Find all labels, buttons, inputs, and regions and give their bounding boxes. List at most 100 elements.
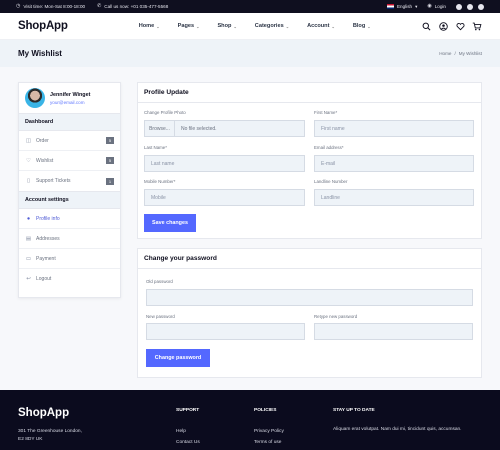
nav-account[interactable]: Account ⌄ bbox=[307, 23, 335, 29]
footer-policies-column: POLICIES Privacy Policy Terms of use bbox=[254, 408, 284, 448]
profile-update-title: Profile Update bbox=[138, 83, 481, 103]
retype-password-field[interactable] bbox=[314, 323, 473, 340]
social-links bbox=[456, 3, 484, 10]
language-selector[interactable]: English ▾ bbox=[386, 3, 418, 10]
nav-blog-label: Blog bbox=[352, 23, 366, 29]
count-badge: 5 bbox=[106, 157, 114, 164]
email-label: Email address* bbox=[314, 145, 344, 150]
nav-account-label: Account bbox=[307, 23, 330, 29]
profile-email[interactable]: your@email.com bbox=[50, 100, 90, 105]
user-circle-icon: ◉ bbox=[427, 3, 432, 9]
stay-up-to-date-heading: STAY UP TO DATE bbox=[333, 408, 375, 413]
sidebar-item-profile-info[interactable]: ● Profile info bbox=[19, 209, 120, 229]
breadcrumb-home[interactable]: Home bbox=[439, 51, 451, 56]
change-password-button[interactable]: Change password bbox=[146, 349, 210, 367]
footer-link-terms[interactable]: Terms of use bbox=[254, 437, 284, 448]
footer: ShopApp 301 The Greenhouse London, E2 8D… bbox=[0, 390, 500, 450]
mobile-field[interactable]: Mobile bbox=[144, 189, 305, 206]
sidebar-item-wishlist[interactable]: ♡ Wishlist 5 bbox=[19, 151, 120, 171]
linkedin-icon[interactable] bbox=[478, 3, 484, 10]
nav-categories[interactable]: Categories ⌄ bbox=[255, 23, 289, 29]
login-label: Login bbox=[434, 4, 446, 9]
visit-hours-text: Visit time: Mon-Sat 8:00-18:00 bbox=[23, 4, 86, 9]
last-name-label: Last Name* bbox=[144, 145, 167, 150]
browse-button[interactable]: Browse... bbox=[145, 121, 175, 136]
avatar bbox=[25, 88, 45, 108]
sidebar-item-payment[interactable]: ▭ Payment bbox=[19, 249, 120, 269]
landline-label: Landline Number bbox=[314, 179, 348, 184]
visit-hours: ◷ Visit time: Mon-Sat 8:00-18:00 bbox=[16, 3, 86, 10]
breadcrumb-current: My Wishlist bbox=[458, 51, 482, 56]
heart-icon: ♡ bbox=[26, 157, 31, 164]
logout-icon: ↩ bbox=[26, 276, 31, 282]
landline-field[interactable]: Landline bbox=[314, 189, 474, 206]
nav-blog[interactable]: Blog ⌄ bbox=[353, 23, 371, 29]
profile-name: Jennifer Winget bbox=[50, 91, 91, 98]
phone-text: Call us now: +01 035-477-5568 bbox=[104, 4, 169, 9]
account-sidebar: Jennifer Winget your@email.com Dashboard… bbox=[18, 82, 121, 298]
nav-home[interactable]: Home ⌄ bbox=[139, 23, 160, 29]
first-name-label: First Name* bbox=[314, 110, 338, 115]
header-icons bbox=[421, 21, 482, 31]
login-link[interactable]: ◉ Login bbox=[427, 3, 446, 10]
phone-icon: ✆ bbox=[97, 3, 102, 9]
footer-newsletter-column: STAY UP TO DATE Aliquam erat volutpat. N… bbox=[333, 408, 473, 434]
footer-link-help[interactable]: Help bbox=[176, 426, 200, 437]
nav-shop-label: Shop bbox=[217, 23, 232, 29]
search-icon[interactable] bbox=[421, 21, 431, 31]
sidebar-item-label: Profile info bbox=[36, 215, 60, 222]
retype-password-label: Retype new password bbox=[314, 314, 358, 319]
user-icon[interactable] bbox=[438, 21, 448, 31]
footer-link-contact[interactable]: Contact Us bbox=[176, 437, 200, 448]
old-password-label: Old password bbox=[146, 279, 173, 284]
support-heading: SUPPORT bbox=[176, 408, 200, 413]
footer-logo[interactable]: ShopApp bbox=[18, 407, 69, 419]
new-password-label: New password bbox=[146, 314, 175, 319]
change-password-card: Change your password Old password New pa… bbox=[137, 248, 482, 378]
facebook-icon[interactable] bbox=[456, 3, 462, 10]
card-icon: ▭ bbox=[25, 255, 32, 262]
first-name-field[interactable]: First name bbox=[314, 120, 474, 137]
sidebar-item-addresses[interactable]: ▤ Addresses bbox=[19, 229, 120, 249]
sidebar-item-label: Addresses bbox=[36, 235, 60, 242]
bag-icon: ◫ bbox=[25, 137, 32, 144]
page-title-bar: My Wishlist Home / My Wishlist bbox=[0, 40, 500, 67]
email-field[interactable]: E-mail bbox=[314, 155, 474, 172]
last-name-field[interactable]: Last name bbox=[144, 155, 305, 172]
nav-home-label: Home bbox=[138, 23, 155, 29]
logo[interactable]: ShopApp bbox=[18, 20, 68, 32]
change-password-title: Change your password bbox=[138, 249, 481, 269]
phone-info[interactable]: ✆ Call us now: +01 035-477-5568 bbox=[97, 3, 169, 10]
nav-shop[interactable]: Shop ⌄ bbox=[217, 23, 236, 29]
sidebar-item-label: Wishlist bbox=[36, 157, 54, 164]
footer-address: 301 The Greenhouse London, E2 8DY UK bbox=[18, 428, 108, 444]
twitter-icon[interactable] bbox=[467, 3, 473, 10]
account-settings-heading: Account settings bbox=[19, 191, 120, 209]
sidebar-item-label: Order bbox=[36, 137, 49, 144]
clock-icon: ◷ bbox=[16, 3, 21, 9]
breadcrumb: Home / My Wishlist bbox=[439, 51, 482, 56]
nav-pages[interactable]: Pages ⌄ bbox=[178, 23, 200, 29]
page-title: My Wishlist bbox=[18, 49, 62, 58]
save-changes-button[interactable]: Save changes bbox=[144, 214, 196, 232]
profile-update-card: Profile Update Change Profile Photo Brow… bbox=[137, 82, 482, 239]
sidebar-item-support-tickets[interactable]: ▯ Support Tickets 1 bbox=[19, 171, 120, 191]
nav-categories-label: Categories bbox=[254, 23, 284, 29]
new-password-field[interactable] bbox=[146, 323, 305, 340]
sidebar-item-order[interactable]: ◫ Order 5 bbox=[19, 131, 120, 151]
top-bar: ◷ Visit time: Mon-Sat 8:00-18:00 ✆ Call … bbox=[0, 0, 500, 13]
chevron-down-icon: ⌄ bbox=[285, 23, 290, 29]
photo-file-input[interactable]: Browse... No file selected. bbox=[144, 120, 305, 137]
main-header: ShopApp Home ⌄ Pages ⌄ Shop ⌄ Categories ⌄ A… bbox=[0, 13, 500, 40]
old-password-field[interactable] bbox=[146, 289, 473, 306]
footer-link-privacy[interactable]: Privacy Policy bbox=[254, 426, 284, 437]
policies-heading: POLICIES bbox=[254, 408, 277, 413]
ticket-icon: ▯ bbox=[26, 178, 31, 184]
no-file-text: No file selected. bbox=[181, 125, 217, 132]
chevron-down-icon: ▾ bbox=[415, 3, 418, 9]
sidebar-item-logout[interactable]: ↩ Logout bbox=[19, 269, 120, 289]
cart-icon[interactable] bbox=[472, 21, 482, 31]
dashboard-heading: Dashboard bbox=[19, 113, 120, 131]
newsletter-text: Aliquam erat volutpat. Nam dui mi, tinci… bbox=[333, 427, 462, 432]
heart-icon[interactable] bbox=[455, 21, 465, 31]
